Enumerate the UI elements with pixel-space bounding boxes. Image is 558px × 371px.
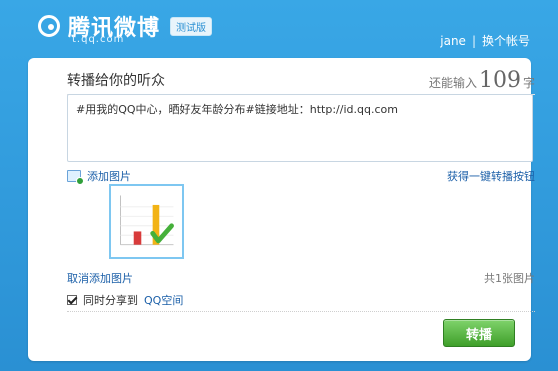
repost-button[interactable]: 转播 — [443, 319, 515, 347]
user-separator: | — [471, 33, 476, 48]
footer-divider — [67, 311, 535, 312]
dialog-header: 转播给你的听众 还能输入 109 字 — [67, 68, 535, 94]
add-image-icon — [67, 170, 84, 185]
share-to-qzone-row: 同时分享到 QQ空间 — [67, 291, 535, 309]
remaining-count: 109 — [478, 68, 521, 93]
share-to-qzone-prefix: 同时分享到 — [83, 294, 138, 307]
qzone-link[interactable]: QQ空间 — [144, 292, 183, 308]
remaining-suffix: 字 — [522, 76, 535, 90]
switch-account-link[interactable]: 换个帐号 — [482, 32, 530, 49]
remaining-prefix: 还能输入 — [428, 76, 477, 90]
share-to-qzone-checkbox[interactable] — [67, 295, 77, 305]
brand-logo: 腾讯微博 测试版 — [38, 10, 213, 42]
thumbnail-chart-icon — [111, 186, 182, 257]
top-bar: 腾讯微博 测试版 t.qq.com jane | 换个帐号 — [0, 0, 558, 58]
beta-badge: 测试版 — [170, 16, 213, 36]
dialog-content: 转播给你的听众 还能输入 109 字 #用我的QQ中心，晒好友年龄分布#链接地址… — [67, 58, 535, 361]
add-image-button[interactable]: 添加图片 — [67, 168, 131, 185]
message-textarea[interactable]: #用我的QQ中心，晒好友年龄分布#链接地址：http://id.qq.com — [67, 94, 533, 162]
get-repost-button-link[interactable]: 获得一键转播按钮 — [447, 168, 535, 184]
image-thumbnail[interactable] — [109, 184, 184, 259]
image-count: 共1张图片 — [484, 272, 535, 285]
brand-domain: t.qq.com — [72, 34, 125, 45]
dialog-title: 转播给你的听众 — [67, 73, 165, 89]
add-image-label: 添加图片 — [87, 170, 131, 183]
user-name: jane — [440, 33, 466, 48]
brand-mark-icon — [38, 15, 60, 37]
image-status-row: 取消添加图片 共1张图片 — [67, 270, 535, 288]
remaining-characters: 还能输入 109 字 — [429, 68, 535, 93]
user-box: jane | 换个帐号 — [440, 32, 530, 49]
cancel-add-image-link[interactable]: 取消添加图片 — [67, 270, 133, 286]
repost-dialog: 转播给你的听众 还能输入 109 字 #用我的QQ中心，晒好友年龄分布#链接地址… — [28, 58, 535, 361]
